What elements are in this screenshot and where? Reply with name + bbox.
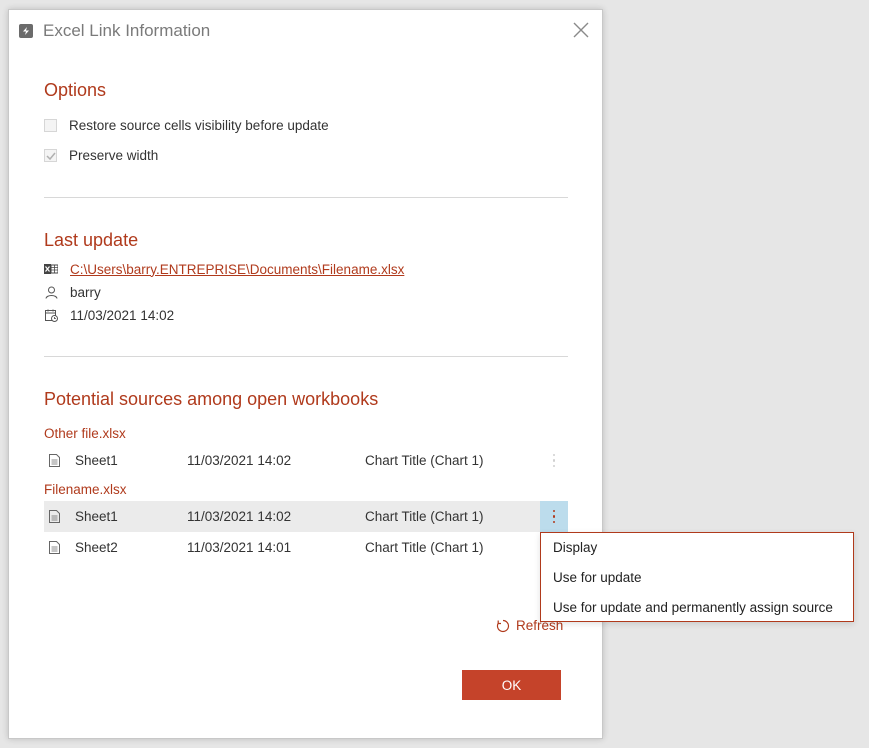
- menu-item-use-and-assign[interactable]: Use for update and permanently assign so…: [541, 593, 853, 623]
- divider: [44, 197, 568, 198]
- workbook-name-filename: Filename.xlsx: [44, 482, 127, 497]
- source-target: Chart Title (Chart 1): [365, 453, 484, 468]
- source-file-link[interactable]: C:\Users\barry.ENTREPRISE\Documents\File…: [70, 262, 404, 277]
- excel-link-dialog: Excel Link Information Options Restore s…: [8, 9, 603, 739]
- source-row-selected[interactable]: Sheet1 11/03/2021 14:02 Chart Title (Cha…: [44, 501, 568, 532]
- last-update-user: barry: [70, 284, 101, 300]
- checkmark-icon: [46, 152, 56, 160]
- excel-file-icon: [44, 262, 58, 276]
- potential-sources-heading: Potential sources among open workbooks: [44, 389, 379, 409]
- source-context-menu: Display Use for update Use for update an…: [540, 532, 854, 622]
- refresh-icon: [496, 619, 510, 632]
- sheet-icon: [49, 454, 63, 467]
- title-bar: Excel Link Information: [9, 10, 602, 54]
- more-options-icon[interactable]: [540, 445, 568, 476]
- source-row[interactable]: Sheet2 11/03/2021 14:01 Chart Title (Cha…: [44, 532, 568, 563]
- last-update-time-row: 11/03/2021 14:02: [44, 307, 174, 323]
- options-heading: Options: [44, 80, 107, 100]
- source-date: 11/03/2021 14:01: [187, 540, 292, 555]
- source-row[interactable]: Sheet1 11/03/2021 14:02 Chart Title (Cha…: [44, 445, 568, 476]
- preserve-width-checkbox[interactable]: [44, 148, 57, 162]
- sheet-icon: [49, 541, 63, 554]
- ok-button[interactable]: OK: [462, 670, 561, 700]
- source-date: 11/03/2021 14:02: [187, 509, 292, 524]
- preserve-width-option[interactable]: Preserve width: [44, 146, 158, 164]
- workbook-name-other-file: Other file.xlsx: [44, 426, 126, 441]
- user-icon: [44, 285, 58, 299]
- sheet-icon: [49, 510, 63, 523]
- menu-item-use-for-update[interactable]: Use for update: [541, 563, 853, 593]
- restore-visibility-option[interactable]: Restore source cells visibility before u…: [44, 116, 329, 134]
- calendar-clock-icon: [44, 308, 58, 322]
- restore-visibility-checkbox[interactable]: [44, 118, 57, 132]
- last-update-user-row: barry: [44, 284, 101, 300]
- excel-link-icon: [19, 24, 33, 38]
- source-date: 11/03/2021 14:02: [187, 453, 292, 468]
- source-sheet: Sheet2: [75, 540, 118, 555]
- source-target: Chart Title (Chart 1): [365, 509, 484, 524]
- divider: [44, 356, 568, 357]
- preserve-width-label: Preserve width: [69, 147, 159, 163]
- source-target: Chart Title (Chart 1): [365, 540, 484, 555]
- source-sheet: Sheet1: [75, 509, 118, 524]
- menu-item-display[interactable]: Display: [541, 533, 853, 563]
- restore-visibility-label: Restore source cells visibility before u…: [69, 117, 329, 133]
- last-update-heading: Last update: [44, 230, 139, 250]
- last-update-timestamp: 11/03/2021 14:02: [70, 307, 175, 323]
- last-update-file-row: C:\Users\barry.ENTREPRISE\Documents\File…: [44, 261, 404, 277]
- close-icon[interactable]: [572, 21, 590, 39]
- dialog-title: Excel Link Information: [43, 21, 211, 40]
- source-sheet: Sheet1: [75, 453, 118, 468]
- more-options-icon[interactable]: [540, 501, 568, 532]
